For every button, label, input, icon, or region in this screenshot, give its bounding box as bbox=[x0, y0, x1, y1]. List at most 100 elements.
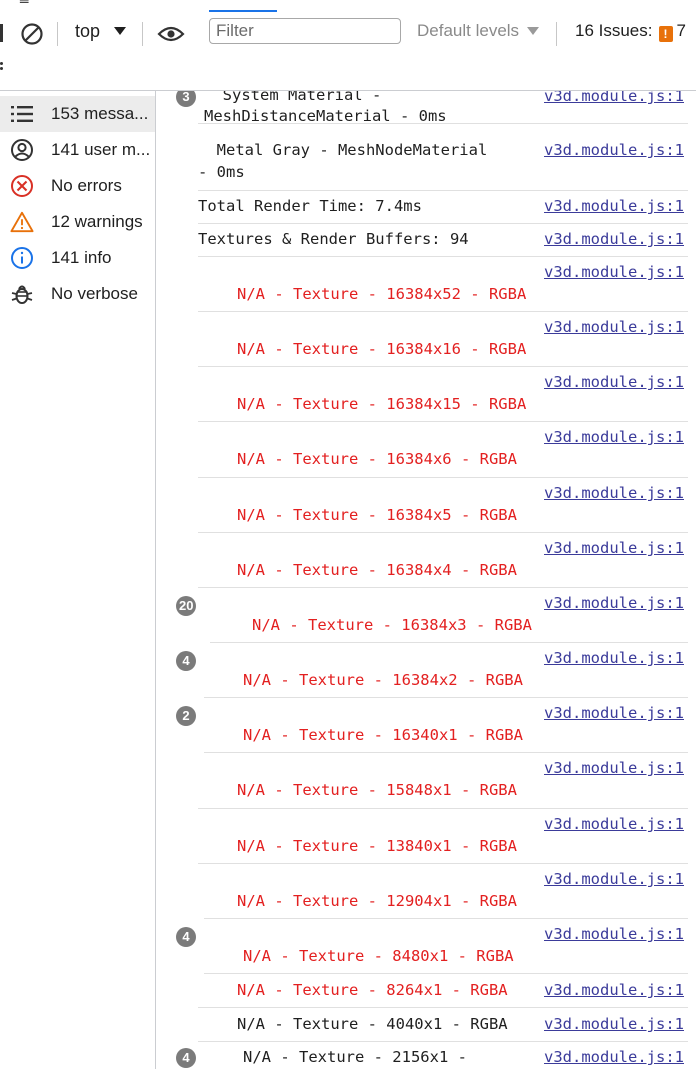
bug-icon bbox=[10, 282, 34, 306]
message-text: Total Render Time: 7.4ms bbox=[198, 197, 422, 215]
repeat-count-badge: 2 bbox=[176, 706, 196, 726]
clear-console-icon[interactable] bbox=[20, 22, 44, 46]
message-text: N/A - Texture - 12904x1 - RGBA bbox=[237, 892, 517, 910]
source-link[interactable]: v3d.module.js:1 bbox=[544, 1015, 684, 1033]
source-link[interactable]: v3d.module.js:1 bbox=[544, 484, 684, 502]
console-message: v3d.module.js:1 N/A - Texture - 15848x1 … bbox=[198, 752, 688, 809]
console-message: v3d.module.js:1 N/A - Texture - 16384x6 … bbox=[198, 421, 688, 478]
sidebar-toggle[interactable] bbox=[0, 24, 3, 42]
console-message: N/A - Texture - 4040x1 - RGBA v3d.module… bbox=[198, 1007, 688, 1042]
error-icon bbox=[10, 174, 34, 198]
chevron-down-icon[interactable] bbox=[114, 27, 126, 35]
source-link[interactable]: v3d.module.js:1 bbox=[544, 1048, 684, 1066]
repeat-count-badge: 4 bbox=[176, 1048, 196, 1068]
console-message: v3d.module.js:1 N/A - Texture - 16384x4 … bbox=[198, 532, 688, 588]
issues-button[interactable]: 16 Issues:! 7 bbox=[575, 21, 686, 42]
source-link[interactable]: v3d.module.js:1 bbox=[544, 318, 684, 336]
message-text: N/A - Texture - 8480x1 - RGBA bbox=[243, 947, 514, 965]
source-link[interactable]: v3d.module.js:1 bbox=[544, 649, 684, 667]
source-link[interactable]: v3d.module.js:1 bbox=[544, 263, 684, 281]
panel-icon: ═ bbox=[20, 0, 29, 10]
message-text: N/A - Texture - 16384x16 - RGBA bbox=[237, 340, 527, 358]
message-text: N/A - Texture - 16384x6 - RGBA bbox=[237, 450, 517, 468]
message-text: N/A - Texture - 16384x3 - RGBA bbox=[252, 616, 532, 634]
sidebar-item-user-messages[interactable]: 141 user m... bbox=[0, 132, 155, 168]
issues-label: 16 Issues: bbox=[575, 21, 653, 40]
message-text: N/A - Texture - 8264x1 - RGBA bbox=[237, 981, 508, 999]
source-link[interactable]: v3d.module.js:1 bbox=[544, 594, 684, 612]
message-text: Metal Gray - MeshNodeMaterial bbox=[198, 141, 488, 159]
source-link[interactable]: v3d.module.js:1 bbox=[544, 197, 684, 215]
message-text: - 0ms bbox=[198, 163, 245, 181]
sidebar-item-messages[interactable]: 153 messa... bbox=[0, 96, 155, 132]
source-link[interactable]: v3d.module.js:1 bbox=[544, 373, 684, 391]
message-text: Textures & Render Buffers: 94 bbox=[198, 230, 469, 248]
source-link[interactable]: v3d.module.js:1 bbox=[544, 539, 684, 557]
issue-flag-icon: ! bbox=[658, 26, 673, 42]
issues-count: 7 bbox=[676, 21, 686, 40]
source-link[interactable]: v3d.module.js:1 bbox=[544, 925, 684, 943]
sidebar-item-info[interactable]: 141 info bbox=[0, 240, 155, 276]
message-text: N/A - Texture - 16384x2 - RGBA bbox=[243, 671, 523, 689]
sidebar-item-verbose[interactable]: No verbose bbox=[0, 276, 155, 312]
console-sidebar: 153 messa... 141 user m... No errors 12 … bbox=[0, 91, 156, 1069]
console-message: v3d.module.js:1 N/A - Texture - 16384x5 … bbox=[198, 477, 688, 533]
console-message: v3d.module.js:1 N/A - Texture - 13840x1 … bbox=[198, 808, 688, 864]
console-message: N/A - Texture - 2156x1 - v3d.module.js:1 bbox=[204, 1041, 688, 1069]
source-link[interactable]: v3d.module.js:1 bbox=[544, 91, 684, 105]
console-message: Total Render Time: 7.4ms v3d.module.js:1 bbox=[198, 190, 688, 224]
message-text: MeshDistanceMaterial - 0ms bbox=[204, 107, 447, 125]
message-text: N/A - Texture - 4040x1 - RGBA bbox=[237, 1015, 508, 1033]
console-message: v3d.module.js:1 N/A - Texture - 16340x1 … bbox=[204, 697, 688, 753]
toolbar-separator bbox=[142, 22, 143, 46]
message-text: N/A - Texture - 13840x1 - RGBA bbox=[237, 837, 517, 855]
console-message: System Material - MeshDistanceMaterial -… bbox=[198, 91, 688, 125]
message-text: N/A - Texture - 2156x1 - bbox=[243, 1048, 467, 1066]
console-toolbar: top Default levels 16 Issues:!7 bbox=[0, 12, 696, 54]
console-message: N/A - Texture - 8264x1 - RGBA v3d.module… bbox=[198, 973, 688, 1008]
user-icon bbox=[10, 138, 34, 162]
console-message: v3d.module.js:1 N/A - Texture - 8480x1 -… bbox=[204, 918, 688, 974]
context-selector[interactable]: top bbox=[75, 21, 100, 42]
sidebar-item-warnings[interactable]: 12 warnings bbox=[0, 204, 155, 240]
toolbar-separator bbox=[57, 22, 58, 46]
source-link[interactable]: v3d.module.js:1 bbox=[544, 870, 684, 888]
sidebar-item-label: No verbose bbox=[51, 284, 138, 303]
chevron-down-icon[interactable] bbox=[527, 27, 539, 35]
sidebar-item-label: 141 user m... bbox=[51, 140, 151, 159]
message-text: N/A - Texture - 16384x4 - RGBA bbox=[237, 561, 517, 579]
console-message: Textures & Render Buffers: 94 v3d.module… bbox=[198, 223, 688, 257]
log-levels-dropdown[interactable]: Default levels bbox=[417, 21, 519, 41]
message-text: N/A - Texture - 15848x1 - RGBA bbox=[237, 781, 517, 799]
repeat-count-badge: 3 bbox=[176, 91, 196, 107]
sidebar-item-label: 153 messa... bbox=[51, 104, 149, 123]
message-text: N/A - Texture - 16384x52 - RGBA bbox=[237, 285, 527, 303]
top-strip: ═ bbox=[0, 0, 696, 12]
sidebar-item-label: 141 info bbox=[51, 248, 112, 267]
console-messages: 3 System Material - MeshDistanceMaterial… bbox=[156, 91, 696, 1069]
message-text: System Material - bbox=[204, 91, 382, 104]
warning-icon bbox=[10, 210, 34, 234]
list-icon bbox=[10, 102, 34, 126]
console-message: v3d.module.js:1 N/A - Texture - 16384x2 … bbox=[204, 642, 688, 698]
more-options-icon[interactable] bbox=[0, 60, 4, 76]
source-link[interactable]: v3d.module.js:1 bbox=[544, 981, 684, 999]
message-text: N/A - Texture - 16384x15 - RGBA bbox=[237, 395, 527, 413]
source-link[interactable]: v3d.module.js:1 bbox=[544, 759, 684, 777]
repeat-count-badge: 4 bbox=[176, 651, 196, 671]
console-message: v3d.module.js:1 N/A - Texture - 16384x15… bbox=[198, 366, 688, 422]
console-message: v3d.module.js:1 N/A - Texture - 16384x3 … bbox=[210, 587, 688, 643]
console-message: v3d.module.js:1 N/A - Texture - 16384x16… bbox=[198, 311, 688, 367]
info-icon bbox=[10, 246, 34, 270]
console-message: v3d.module.js:1 N/A - Texture - 12904x1 … bbox=[204, 863, 688, 919]
eye-icon[interactable] bbox=[157, 24, 185, 44]
filter-input[interactable] bbox=[209, 18, 401, 44]
source-link[interactable]: v3d.module.js:1 bbox=[544, 704, 684, 722]
source-link[interactable]: v3d.module.js:1 bbox=[544, 230, 684, 248]
source-link[interactable]: v3d.module.js:1 bbox=[544, 428, 684, 446]
message-text: N/A - Texture - 16340x1 - RGBA bbox=[243, 726, 523, 744]
sidebar-item-errors[interactable]: No errors bbox=[0, 168, 155, 204]
source-link[interactable]: v3d.module.js:1 bbox=[544, 141, 684, 159]
console-message: Metal Gray - MeshNodeMaterial - 0ms v3d.… bbox=[198, 135, 688, 191]
source-link[interactable]: v3d.module.js:1 bbox=[544, 815, 684, 833]
